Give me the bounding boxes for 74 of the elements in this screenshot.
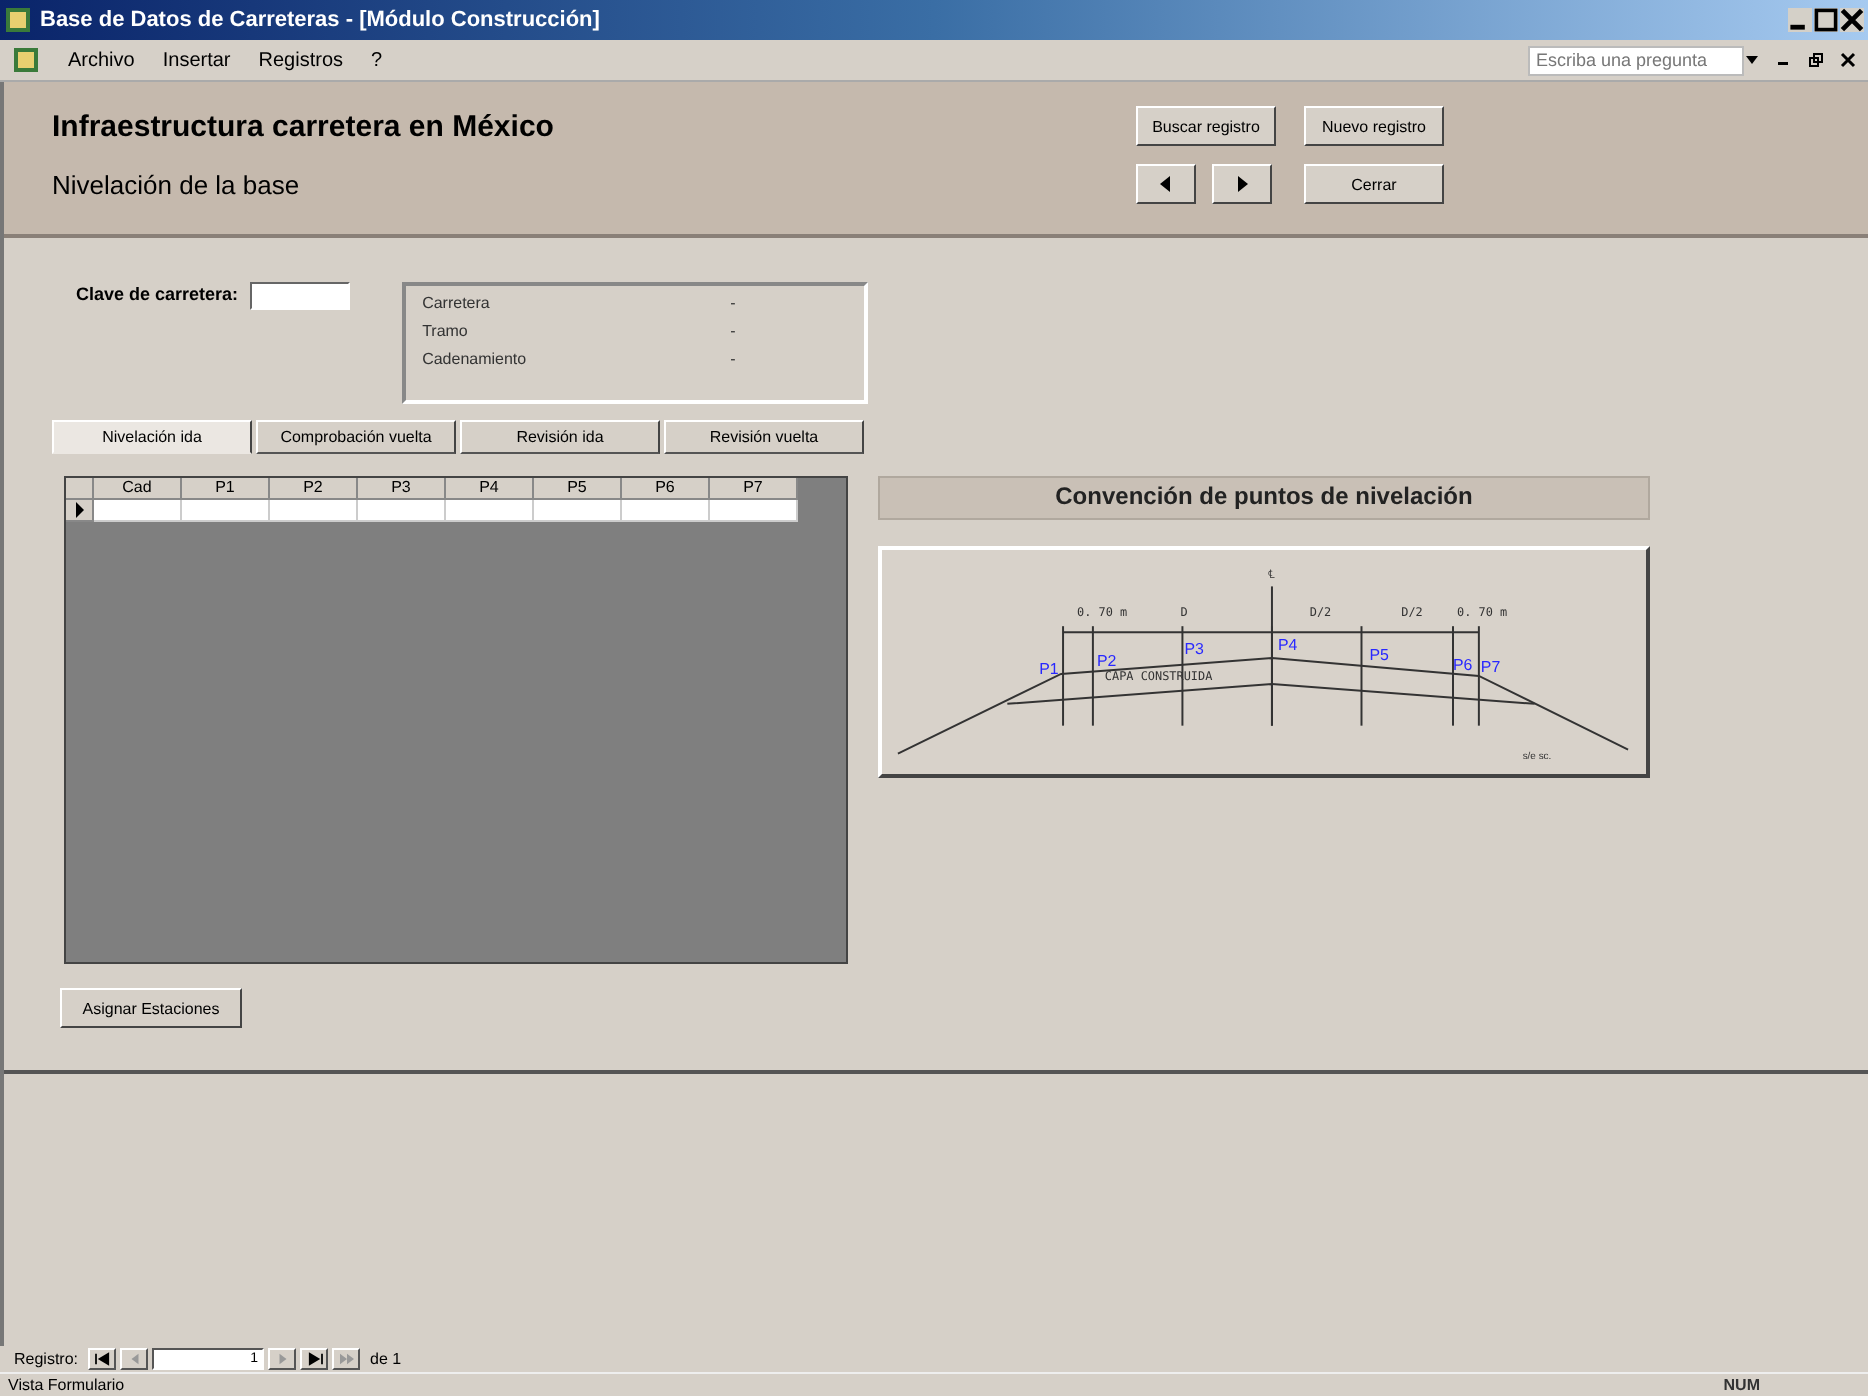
table-cell[interactable] bbox=[534, 500, 622, 522]
current-row-icon bbox=[73, 502, 85, 518]
app-icon bbox=[12, 46, 40, 74]
record-label: Registro: bbox=[14, 1349, 79, 1367]
first-icon bbox=[93, 1351, 112, 1365]
left-arrow-icon bbox=[1158, 176, 1174, 192]
info-label: Tramo bbox=[422, 322, 470, 340]
close-form-button[interactable]: Cerrar bbox=[1304, 164, 1444, 204]
diagram-title: Convención de puntos de nivelación bbox=[878, 476, 1650, 520]
point-label: P5 bbox=[1369, 646, 1389, 664]
table-cell[interactable] bbox=[94, 500, 182, 522]
point-label: P7 bbox=[1480, 657, 1501, 676]
point-label: P2 bbox=[1096, 652, 1117, 670]
new-record-button[interactable]: Nuevo registro bbox=[1304, 106, 1444, 146]
help-search-field[interactable]: Escriba una pregunta bbox=[1528, 45, 1744, 75]
close-icon[interactable] bbox=[1840, 8, 1864, 32]
menu-item[interactable]: Insertar bbox=[162, 49, 231, 71]
view-status: Vista Formulario bbox=[8, 1376, 125, 1394]
table-cell[interactable] bbox=[710, 500, 798, 522]
maximize-icon[interactable] bbox=[1814, 8, 1838, 32]
last-icon bbox=[305, 1351, 324, 1365]
menu-item[interactable]: Archivo bbox=[68, 49, 135, 71]
dropdown-icon[interactable] bbox=[1744, 52, 1760, 68]
road-key-label: Clave de carretera: bbox=[76, 284, 239, 304]
last-record-button[interactable] bbox=[300, 1347, 329, 1369]
app-icon bbox=[4, 6, 32, 34]
previous-button[interactable] bbox=[1136, 164, 1196, 204]
tab[interactable]: Comprobación vuelta bbox=[256, 420, 456, 454]
point-label: P6 bbox=[1453, 655, 1473, 674]
point-label: P4 bbox=[1277, 636, 1298, 655]
column-header: P6 bbox=[622, 478, 710, 500]
new-record-icon bbox=[337, 1351, 356, 1365]
road-key-field[interactable] bbox=[250, 282, 351, 310]
new-record-nav-button[interactable] bbox=[332, 1347, 361, 1369]
info-value: - bbox=[730, 350, 736, 368]
tab[interactable]: Revisión ida bbox=[460, 420, 660, 454]
tab[interactable]: Revisión vuelta bbox=[664, 420, 864, 454]
column-header: P2 bbox=[270, 478, 358, 500]
table-cell[interactable] bbox=[270, 500, 358, 522]
num-lock-indicator: NUM bbox=[1723, 1376, 1760, 1394]
column-header: P1 bbox=[182, 478, 270, 500]
next-record-button[interactable] bbox=[268, 1347, 297, 1369]
column-header: Cad bbox=[94, 478, 182, 500]
table-cell[interactable] bbox=[358, 500, 446, 522]
menu-item[interactable]: ? bbox=[371, 49, 383, 71]
form-subtitle: Nivelación de la base bbox=[52, 170, 302, 200]
column-header: P7 bbox=[710, 478, 798, 500]
row-selector[interactable] bbox=[66, 500, 94, 522]
close-icon[interactable] bbox=[1840, 52, 1856, 68]
column-header: P4 bbox=[446, 478, 534, 500]
table-cell[interactable] bbox=[622, 500, 710, 522]
table-cell[interactable] bbox=[182, 500, 270, 522]
search-record-button[interactable]: Buscar registro bbox=[1136, 106, 1276, 146]
form-title: Infraestructura carretera en México bbox=[52, 110, 556, 144]
info-value: - bbox=[730, 294, 736, 312]
menu-item[interactable]: Registros bbox=[258, 49, 344, 71]
assign-stations-button[interactable]: Asignar Estaciones bbox=[60, 988, 242, 1028]
point-label: P3 bbox=[1184, 640, 1204, 659]
tab[interactable]: Nivelación ida bbox=[52, 420, 252, 454]
info-label: Cadenamiento bbox=[422, 350, 529, 368]
minimize-icon[interactable] bbox=[1788, 8, 1812, 32]
window-title: Base de Datos de Carreteras - [Módulo Construcción] bbox=[40, 8, 602, 32]
info-label: Carretera bbox=[422, 294, 492, 312]
info-value: - bbox=[730, 322, 736, 340]
column-header: P5 bbox=[534, 478, 622, 500]
column-header: P3 bbox=[358, 478, 446, 500]
previous-record-button[interactable] bbox=[120, 1347, 149, 1369]
restore-icon[interactable] bbox=[1808, 52, 1824, 68]
next-button[interactable] bbox=[1212, 164, 1272, 204]
point-label: P1 bbox=[1039, 659, 1059, 678]
first-record-button[interactable] bbox=[88, 1347, 117, 1369]
table-cell[interactable] bbox=[446, 500, 534, 522]
right-arrow-icon bbox=[1234, 176, 1250, 192]
record-count: de 1 bbox=[370, 1349, 402, 1367]
